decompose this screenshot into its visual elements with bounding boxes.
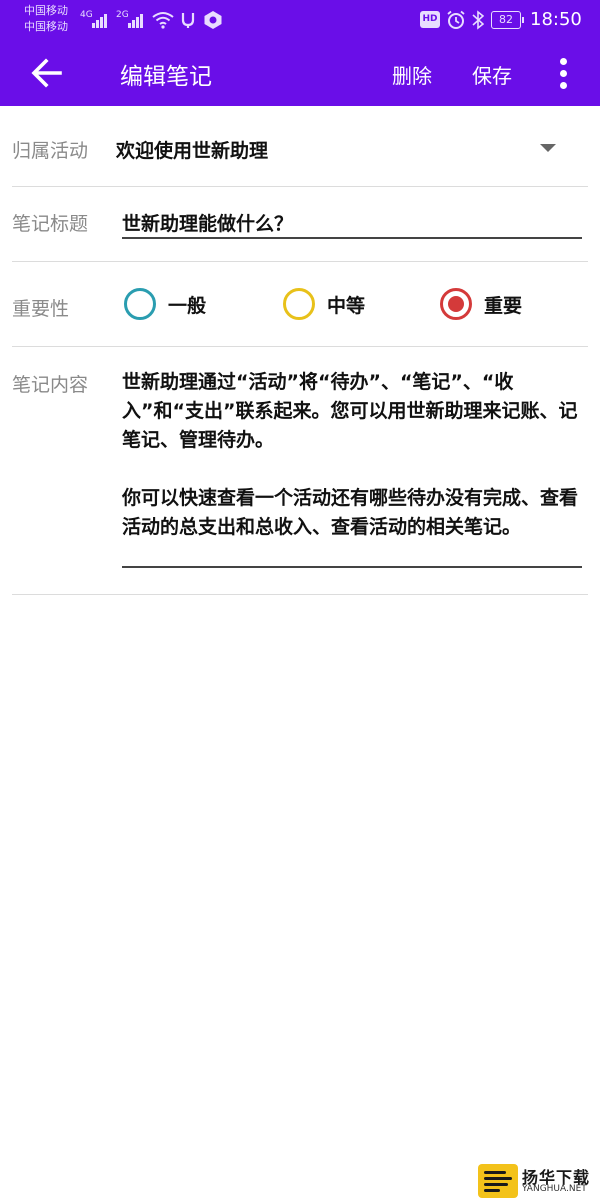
carrier-2: 中国移动 [24, 20, 68, 33]
radio-option-important[interactable]: 重要 [440, 286, 550, 322]
alarm-icon [447, 10, 465, 29]
back-arrow-icon[interactable] [28, 54, 66, 92]
radio-button-selected[interactable] [440, 288, 472, 320]
watermark-logo-icon [478, 1164, 518, 1198]
carrier-info: 中国移动 中国移动 [24, 3, 68, 35]
more-vert-icon[interactable] [552, 56, 576, 92]
content-textarea-underline [122, 566, 582, 568]
bluetooth-icon [472, 10, 484, 30]
radio-option-medium[interactable]: 中等 [283, 286, 393, 322]
radio-label: 一般 [168, 295, 207, 317]
activity-select[interactable]: 欢迎使用世新助理 [116, 136, 268, 163]
content-paragraph: 世新助理通过“活动”将“待办”、“笔记”、“收入”和“支出”联系起来。您可以用世… [122, 371, 578, 451]
wifi-icon [152, 12, 174, 29]
hd-badge: HD [420, 11, 440, 28]
title-input-underline [122, 237, 582, 239]
radio-label: 中等 [327, 295, 366, 317]
app-bar: 编辑笔记 删除 保存 [0, 40, 600, 106]
signal-icon [92, 12, 112, 28]
radio-option-normal[interactable]: 一般 [124, 286, 234, 322]
usb-icon [181, 13, 195, 28]
title-label: 笔记标题 [12, 213, 89, 235]
delete-button[interactable]: 删除 [392, 60, 432, 89]
divider [12, 261, 588, 262]
battery-indicator: 82 [491, 11, 524, 29]
divider [12, 594, 588, 595]
divider [12, 186, 588, 187]
save-button[interactable]: 保存 [472, 60, 512, 89]
radio-label: 重要 [484, 295, 523, 317]
activity-label: 归属活动 [12, 140, 89, 162]
chevron-down-icon[interactable] [540, 144, 556, 152]
network-type-1: 4G [80, 10, 93, 20]
notification-icon [204, 11, 222, 29]
carrier-1: 中国移动 [24, 4, 68, 17]
content-label: 笔记内容 [12, 374, 89, 396]
divider [12, 346, 588, 347]
radio-button[interactable] [124, 288, 156, 320]
page-title: 编辑笔记 [120, 64, 212, 90]
network-type-2: 2G [116, 10, 129, 20]
title-input[interactable]: 世新助理能做什么？ [122, 209, 293, 236]
status-time: 18:50 [530, 9, 582, 30]
watermark-url: YANGHUA.NET [522, 1184, 587, 1194]
importance-label: 重要性 [12, 298, 70, 320]
signal-icon [128, 12, 148, 28]
status-bar: 中国移动 中国移动 4G 2G HD 82 18:50 [0, 0, 600, 40]
content-paragraph: 你可以快速查看一个活动还有哪些待办没有完成、查看活动的总支出和总收入、查看活动的… [122, 487, 579, 538]
content-textarea[interactable]: 世新助理通过“活动”将“待办”、“笔记”、“收入”和“支出”联系起来。您可以用世… [122, 368, 582, 542]
radio-selected-dot [448, 296, 464, 312]
radio-button[interactable] [283, 288, 315, 320]
watermark: 扬华下载 YANGHUA.NET [478, 1162, 600, 1200]
